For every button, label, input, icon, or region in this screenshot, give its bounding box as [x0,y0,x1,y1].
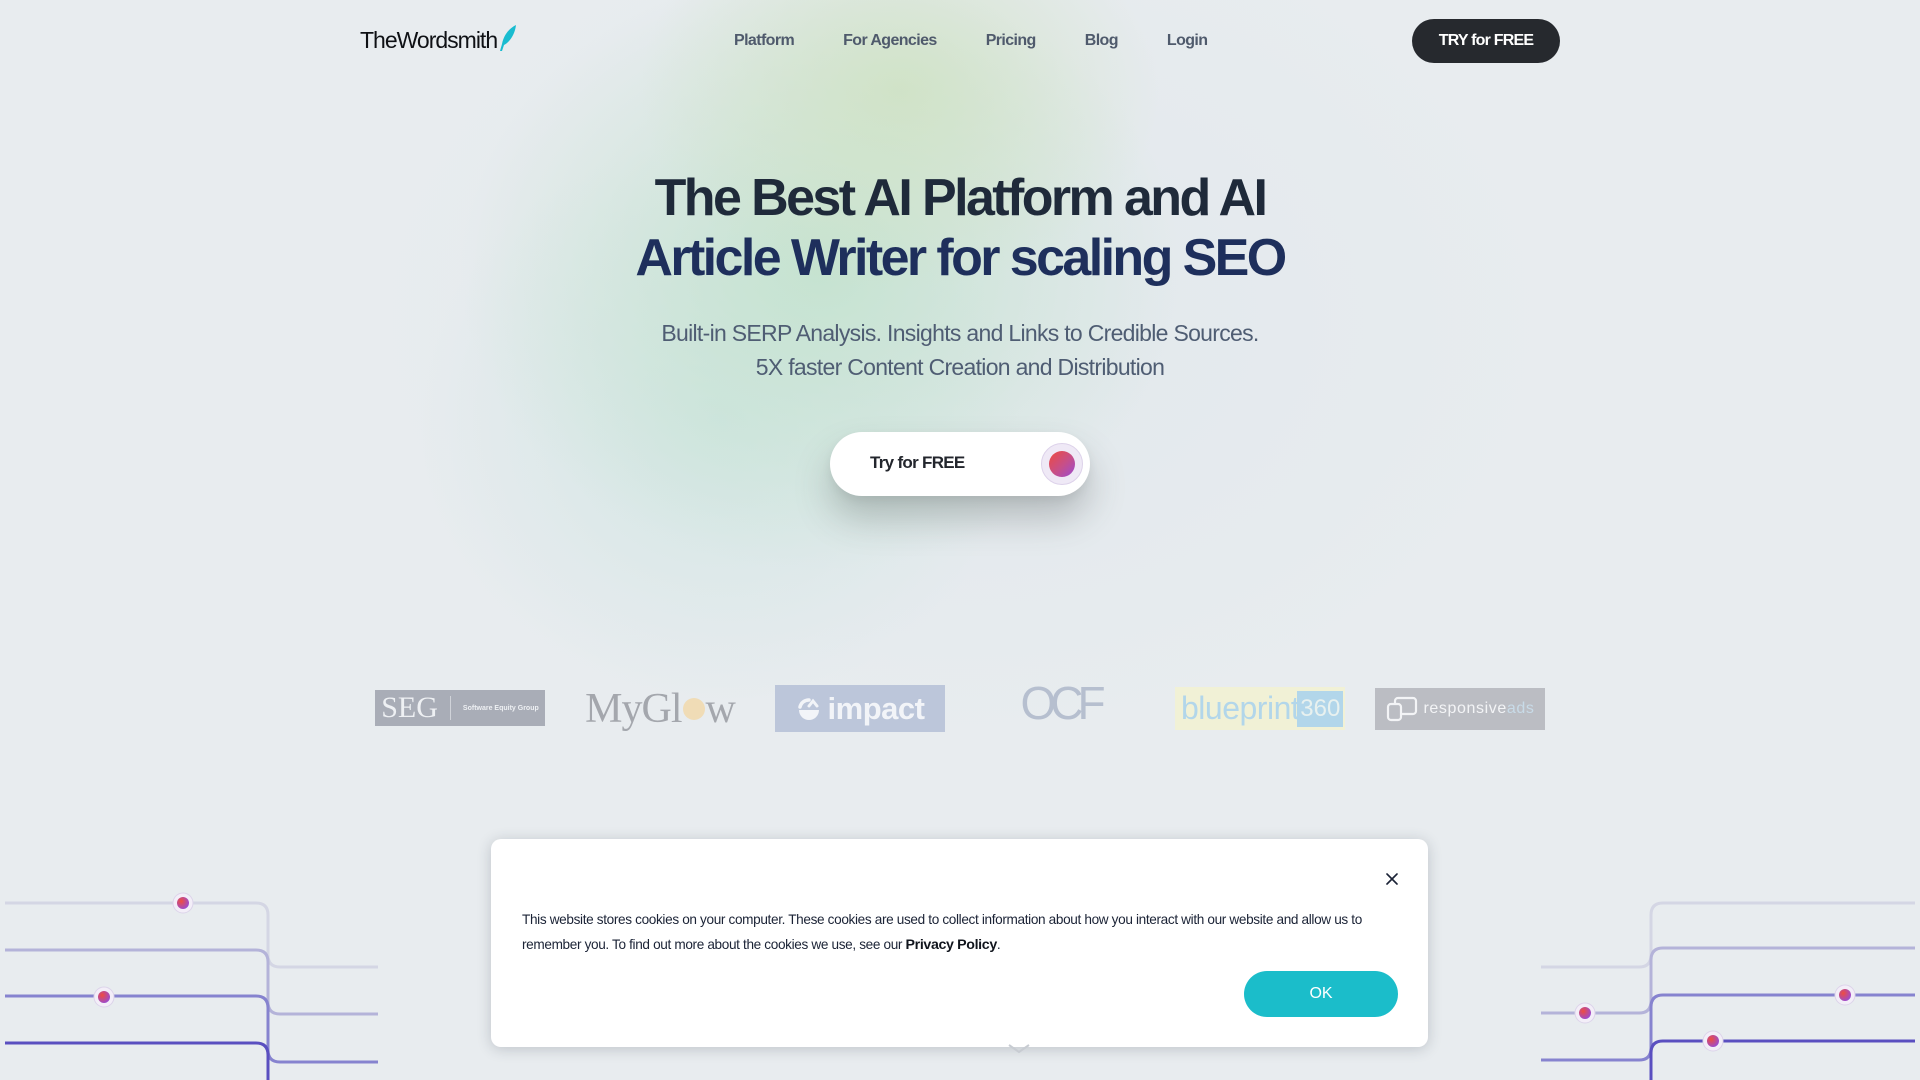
nav-platform[interactable]: Platform [734,29,795,53]
sun-icon [682,698,705,720]
close-icon[interactable] [1381,868,1403,890]
cookie-banner: This website stores cookies on your comp… [491,839,1428,1047]
hero-title-line-1: The Best AI Platform and AI [654,169,1268,227]
chevron-down-icon [1008,1044,1030,1054]
seg-logo-tagline: Software Equity Group [462,704,539,712]
impact-logo-icon [797,697,819,720]
flow-line-left-2 [5,948,378,1016]
nav-blog[interactable]: Blog [1085,29,1119,53]
flow-dot-3 [1574,1002,1596,1024]
flow-line-right-3 [1541,993,1915,1062]
cta-dot-icon [1049,451,1075,477]
quill-icon [500,25,517,51]
try-free-header-button[interactable]: TRY for FREE [1412,19,1560,63]
flow-line-left-3 [5,994,378,1064]
hero-subtitle-line-2: 5X faster Content Creation and Distribut… [755,354,1165,380]
hero-title: The Best AI Platform and AI Article Writ… [0,168,1920,288]
flow-dot-2 [93,986,115,1008]
nav-login[interactable]: Login [1167,29,1208,53]
client-logo-responsiveads: responsive ads [1375,688,1545,730]
cookie-message-end: . [996,937,1001,952]
seg-logo-name: SEG [381,691,438,724]
hero-subtitle: Built-in SERP Analysis. Insights and Lin… [0,316,1920,384]
cookie-ok-button[interactable]: OK [1244,971,1398,1017]
flow-line-right-4 [1649,1039,1915,1080]
flow-dot-1 [172,892,194,914]
try-free-hero-label: Try for FREE [870,453,965,472]
cookie-message: This website stores cookies on your comp… [522,907,1402,958]
responsiveads-logo-suffix: ads [1506,700,1535,717]
hero-title-line-2: Article Writer for scaling SEO [635,229,1287,287]
hero-subtitle-line-1: Built-in SERP Analysis. Insights and Lin… [661,320,1259,346]
blueprint-logo-name: blueprint [1181,690,1300,726]
client-logo-seg: SEG Software Equity Group [375,690,545,726]
privacy-policy-link[interactable]: Privacy Policy [906,937,998,953]
flow-line-right-2 [1541,946,1915,1015]
client-logo-myglow: MyGl w [585,684,736,734]
responsiveads-logo-name: responsive [1423,700,1507,717]
devices-icon [1386,696,1417,722]
main-nav: Platform For Agencies Pricing Blog Login [734,29,1256,53]
flow-line-left-4 [5,1041,270,1080]
brand-name: TheWordsmith [360,27,498,53]
client-logo-blueprint360: blueprint 360 [1175,687,1345,730]
seg-logo-divider [449,696,451,720]
blueprint-logo-suffix: 360 [1297,690,1344,727]
client-logo-ocf: OCF [1015,677,1105,729]
client-logo-impact: impact [775,685,945,732]
flow-dot-5 [1702,1030,1724,1052]
ocf-logo-name: OCF [1020,677,1105,729]
nav-pricing[interactable]: Pricing [986,29,1037,53]
nav-for-agencies[interactable]: For Agencies [843,29,937,53]
brand-logo[interactable]: TheWordsmith [360,24,518,54]
flow-line-left-1 [5,901,378,969]
myglow-logo-part1: MyGl [585,686,682,732]
flow-dot-4 [1834,984,1856,1006]
myglow-logo-part2: w [705,686,736,732]
flow-line-right-1 [1541,901,1915,969]
impact-logo-name: impact [827,690,925,726]
